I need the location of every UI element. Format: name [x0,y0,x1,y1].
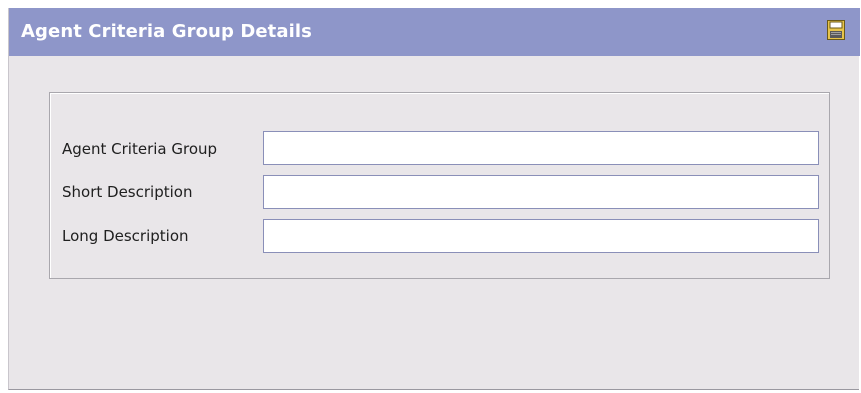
agent-criteria-group-label: Agent Criteria Group [62,140,218,158]
criteria-group-form: Agent Criteria Group Short Description L… [49,92,830,279]
short-description-label: Short Description [62,183,193,201]
agent-criteria-group-input[interactable] [263,131,819,165]
details-panel: Agent Criteria Group Details Agent Crite… [8,8,860,390]
save-icon [827,20,845,40]
panel-titlebar: Agent Criteria Group Details [9,8,860,56]
long-description-label: Long Description [62,227,189,245]
short-description-input[interactable] [263,175,819,209]
panel-title: Agent Criteria Group Details [21,21,312,42]
save-button[interactable] [827,20,845,40]
long-description-input[interactable] [263,219,819,253]
